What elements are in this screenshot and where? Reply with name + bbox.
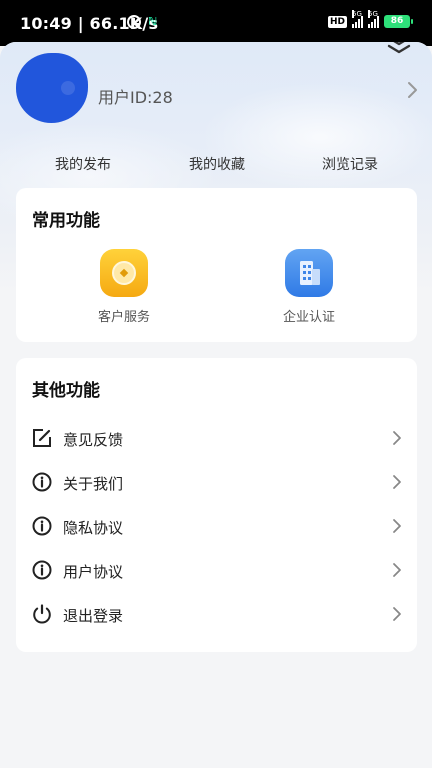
- hd-badge: HD: [327, 15, 347, 28]
- signal-icon: 5G: [352, 9, 363, 28]
- settings-icon[interactable]: [387, 42, 411, 54]
- menu-item-about[interactable]: 关于我们: [16, 461, 417, 505]
- enterprise-cert-button[interactable]: 企业认证: [249, 249, 369, 325]
- other-functions-card: 其他功能 意见反馈 关于我们 隐私协议 用户协议 退出登录: [16, 358, 417, 652]
- menu-item-privacy[interactable]: 隐私协议: [16, 505, 417, 549]
- other-functions-title: 其他功能: [32, 381, 100, 401]
- battery-icon: 86: [384, 15, 413, 28]
- info-icon: [32, 516, 52, 536]
- chevron-right-icon[interactable]: [405, 81, 419, 99]
- user-id: 用户ID:28: [98, 88, 173, 107]
- chevron-right-icon: [393, 563, 401, 577]
- info-icon: [32, 560, 52, 580]
- common-functions-card: 常用功能 客户服务 企业认证: [16, 188, 417, 342]
- common-functions-title: 常用功能: [32, 211, 100, 231]
- avatar[interactable]: [16, 53, 88, 123]
- menu-label-privacy: 隐私协议: [63, 519, 124, 537]
- quick-link-history[interactable]: 浏览记录: [322, 154, 378, 174]
- info-icon: [32, 472, 52, 492]
- power-icon: [33, 604, 51, 624]
- alarm-icon: [127, 15, 141, 29]
- quick-link-favorites[interactable]: 我的收藏: [189, 154, 245, 174]
- chevron-right-icon: [393, 519, 401, 533]
- nfc-icon: ℕ: [148, 15, 158, 28]
- chevron-right-icon: [393, 607, 401, 621]
- app-screen: 用户ID:28 我的发布 我的收藏 浏览记录 常用功能 客户服务 企业认证 其他…: [0, 42, 432, 768]
- menu-item-feedback[interactable]: 意见反馈: [16, 417, 417, 461]
- edit-icon: [33, 429, 51, 447]
- menu-label-logout: 退出登录: [63, 607, 124, 625]
- menu-label-about: 关于我们: [63, 475, 124, 493]
- customer-service-button[interactable]: 客户服务: [64, 249, 184, 325]
- status-bar: 10:49 | 66.1K/s ℕ HD 5G 5G 86: [0, 0, 432, 46]
- customer-service-label: 客户服务: [97, 310, 150, 325]
- signal-icon-2: 5G: [368, 9, 379, 28]
- menu-label-feedback: 意见反馈: [63, 431, 124, 449]
- menu-label-user-agreement: 用户协议: [63, 563, 124, 581]
- status-icons: HD 5G 5G 86: [327, 9, 413, 28]
- chevron-right-icon: [393, 475, 401, 489]
- coin-icon: [100, 249, 148, 297]
- enterprise-cert-label: 企业认证: [282, 310, 335, 325]
- quick-links: 我的发布 我的收藏 浏览记录: [0, 154, 432, 174]
- quick-link-posts[interactable]: 我的发布: [55, 154, 111, 174]
- menu-item-user-agreement[interactable]: 用户协议: [16, 549, 417, 593]
- menu-item-logout[interactable]: 退出登录: [16, 593, 417, 637]
- building-icon: [285, 249, 333, 297]
- chevron-right-icon: [393, 431, 401, 445]
